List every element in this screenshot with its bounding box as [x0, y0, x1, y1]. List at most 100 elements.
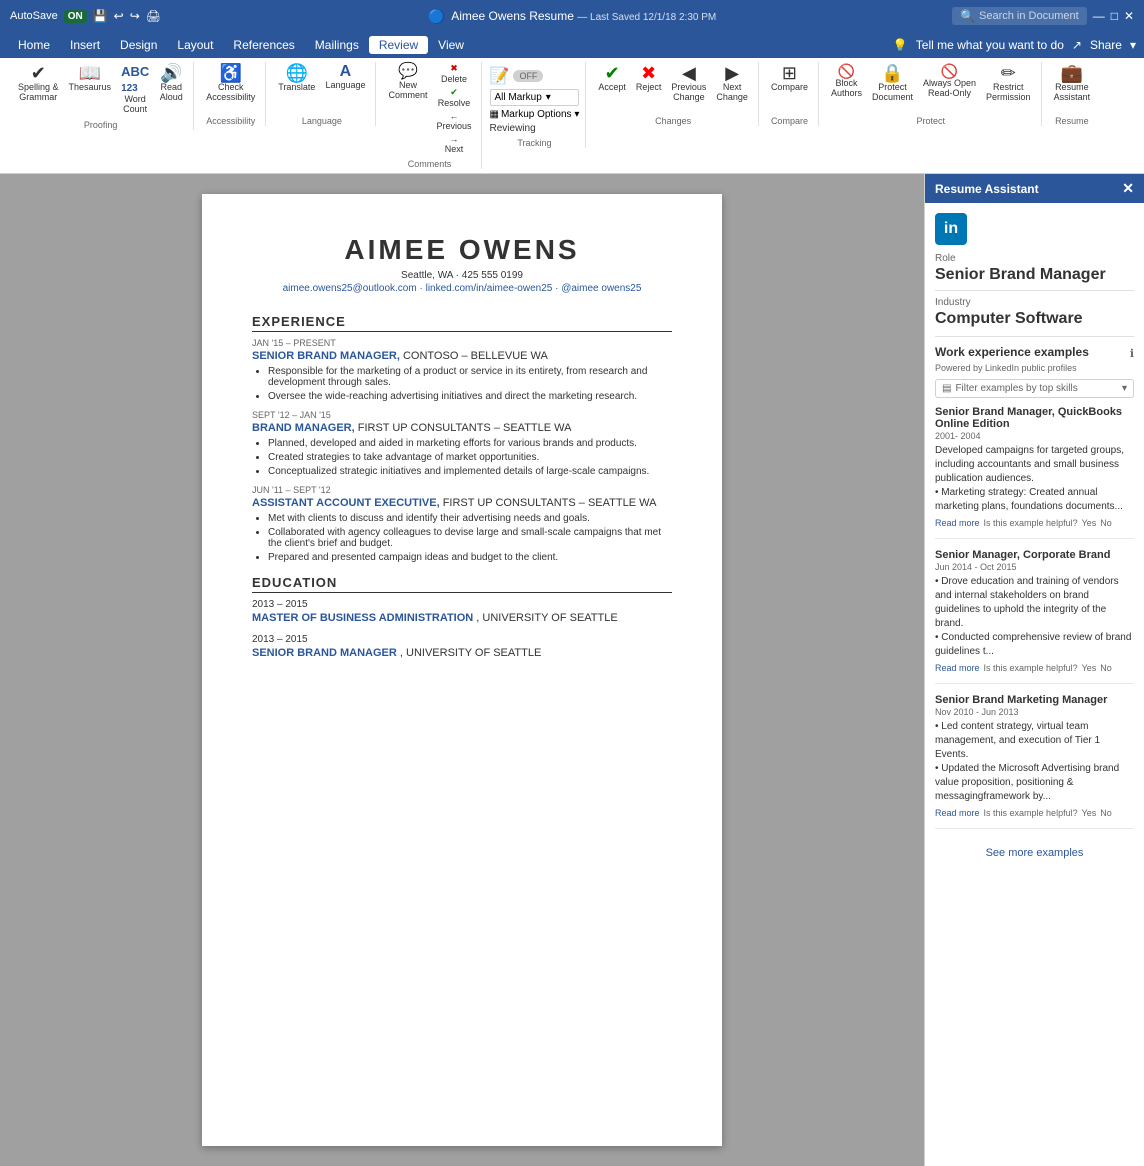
twitter-link[interactable]: @aimee owens25 [561, 283, 641, 294]
menu-item-mailings[interactable]: Mailings [305, 36, 369, 54]
ra-body: in Role Senior Brand Manager Industry Co… [925, 203, 1144, 1166]
translate-button[interactable]: 🌐 Translate [274, 62, 319, 94]
close-button[interactable]: ✕ [1124, 9, 1134, 23]
example3-footer: Read more Is this example helpful? Yes N… [935, 808, 1134, 818]
next-change-button[interactable]: ▶ NextChange [712, 62, 752, 104]
prev-comment-button[interactable]: ← Previous [434, 110, 475, 132]
redo-icon[interactable]: ↪ [130, 9, 140, 23]
next-comment-button[interactable]: → Next [434, 133, 475, 155]
filter-bar[interactable]: ▤ Filter examples by top skills ▾ [935, 379, 1134, 398]
protect-group-label: Protect [917, 114, 946, 126]
accept-label: Accept [598, 82, 626, 92]
language-button[interactable]: A Language [321, 62, 369, 92]
compare-button[interactable]: ⊞ Compare [767, 62, 812, 94]
menu-item-insert[interactable]: Insert [60, 36, 110, 54]
accessibility-icon: ♿ [220, 64, 242, 82]
info-icon[interactable]: ℹ [1130, 347, 1134, 360]
wordcount-label: WordCount [123, 94, 147, 114]
example-1: Senior Brand Manager, QuickBooks Online … [935, 406, 1134, 539]
example3-no-button[interactable]: No [1100, 808, 1112, 818]
read-aloud-button[interactable]: 🔊 ReadAloud [155, 62, 187, 104]
example1-yes-button[interactable]: Yes [1082, 518, 1097, 528]
alwaysopen-icon: 🚫 [941, 64, 958, 78]
example3-yes-button[interactable]: Yes [1082, 808, 1097, 818]
example2-dates: Jun 2014 - Oct 2015 [935, 562, 1134, 572]
menu-item-layout[interactable]: Layout [167, 36, 223, 54]
minimize-button[interactable]: — [1093, 9, 1105, 23]
word-count-button[interactable]: ABC123 WordCount [117, 62, 153, 116]
example3-dates: Nov 2010 - Jun 2013 [935, 707, 1134, 717]
share-button[interactable]: Share [1090, 38, 1122, 52]
thesaurus-button[interactable]: 📖 Thesaurus [65, 62, 116, 94]
linkedin-link[interactable]: linked.com/in/aimee-owen25 [426, 283, 553, 294]
job3-bullet-1: Met with clients to discuss and identify… [268, 513, 672, 524]
example3-text: • Led content strategy, virtual team man… [935, 720, 1134, 804]
delete-icon: ✖ [450, 63, 458, 74]
example2-no-button[interactable]: No [1100, 663, 1112, 673]
block-authors-button[interactable]: 🚫 BlockAuthors [827, 62, 866, 100]
example3-read-more[interactable]: Read more [935, 808, 980, 818]
job3-bullets: Met with clients to discuss and identify… [268, 513, 672, 563]
example2-text: • Drove education and training of vendor… [935, 575, 1134, 659]
example2-yes-button[interactable]: Yes [1082, 663, 1097, 673]
education-title: EDUCATION [252, 575, 672, 593]
expand-icon[interactable]: ▾ [1130, 38, 1136, 52]
delete-button[interactable]: ✖ Delete [434, 62, 475, 85]
tell-me-text[interactable]: Tell me what you want to do [916, 38, 1064, 52]
menu-item-review[interactable]: Review [369, 36, 428, 54]
spelling-grammar-button[interactable]: ✔ Spelling &Grammar [14, 62, 63, 104]
markup-options[interactable]: ▦ Markup Options ▾ [490, 109, 580, 120]
job2-date: SEPT '12 – JAN '15 [252, 410, 672, 420]
job1-title: SENIOR BRAND MANAGER, CONTOSO – BELLEVUE… [252, 350, 672, 362]
menu-item-home[interactable]: Home [8, 36, 60, 54]
job2-title: BRAND MANAGER, FIRST UP CONSULTANTS – SE… [252, 422, 672, 434]
job1-company: CONTOSO – BELLEVUE WA [403, 350, 548, 362]
save-icon[interactable]: 💾 [93, 9, 108, 23]
menu-item-view[interactable]: View [428, 36, 474, 54]
menu-bar-right: 💡 Tell me what you want to do ↗ Share ▾ [893, 38, 1136, 52]
thesaurus-label: Thesaurus [69, 82, 112, 92]
search-icon: 🔍 [960, 9, 975, 23]
job2-bullets: Planned, developed and aided in marketin… [268, 438, 672, 477]
print-icon[interactable]: 🖨 [146, 9, 161, 23]
undo-icon[interactable]: ↩ [114, 9, 124, 23]
accept-button[interactable]: ✔ Accept [594, 62, 630, 94]
track-changes-toggle[interactable]: OFF [513, 70, 543, 82]
ribbon-group-changes: ✔ Accept ✖ Reject ◀ PreviousChange ▶ Nex… [588, 62, 759, 126]
ra-close-button[interactable]: ✕ [1122, 180, 1134, 197]
example2-read-more[interactable]: Read more [935, 663, 980, 673]
filter-dropdown-icon: ▾ [1122, 383, 1127, 394]
job1-title-bold: SENIOR BRAND MANAGER, [252, 350, 400, 362]
role-value[interactable]: Senior Brand Manager [935, 266, 1134, 291]
resolve-button[interactable]: ✔ Resolve [434, 86, 475, 109]
prev-change-button[interactable]: ◀ PreviousChange [667, 62, 710, 104]
ribbon-group-tracking: 📝 OFF All Markup ▾ ▦ Markup Options ▾ Re… [484, 62, 587, 148]
spelling-label: Spelling &Grammar [18, 82, 59, 102]
industry-value[interactable]: Computer Software [935, 310, 1134, 337]
restrictperm-icon: ✏ [1001, 64, 1016, 82]
always-open-button[interactable]: 🚫 Always OpenRead-Only [919, 62, 980, 100]
see-more-button[interactable]: See more examples [935, 839, 1134, 867]
edu2-dates: 2013 – 2015 [252, 634, 672, 645]
example1-read-more[interactable]: Read more [935, 518, 980, 528]
new-comment-button[interactable]: 💬 NewComment [384, 62, 431, 102]
autosave-toggle[interactable]: ON [64, 10, 87, 23]
search-box[interactable]: 🔍 Search in Document [952, 7, 1087, 25]
resume-assistant-button[interactable]: 💼 ResumeAssistant [1050, 62, 1095, 104]
maximize-button[interactable]: □ [1111, 9, 1118, 23]
edu2-degree-line: SENIOR BRAND MANAGER , UNIVERSITY OF SEA… [252, 647, 672, 659]
language-icon: A [340, 64, 352, 80]
menu-item-references[interactable]: References [223, 36, 304, 54]
edu-entry-1: 2013 – 2015 MASTER OF BUSINESS ADMINISTR… [252, 599, 672, 624]
all-markup-dropdown[interactable]: All Markup ▾ [490, 89, 580, 106]
blockauthors-icon: 🚫 [838, 64, 855, 78]
reject-button[interactable]: ✖ Reject [632, 62, 666, 94]
job3-title: ASSISTANT ACCOUNT EXECUTIVE, FIRST UP CO… [252, 497, 672, 509]
nextchange-icon: ▶ [725, 64, 739, 82]
check-accessibility-button[interactable]: ♿ CheckAccessibility [202, 62, 259, 104]
restrict-permission-button[interactable]: ✏ RestrictPermission [982, 62, 1035, 104]
protect-document-button[interactable]: 🔒 ProtectDocument [868, 62, 917, 104]
menu-item-design[interactable]: Design [110, 36, 167, 54]
example1-no-button[interactable]: No [1100, 518, 1112, 528]
email-link[interactable]: aimee.owens25@outlook.com [283, 283, 417, 294]
